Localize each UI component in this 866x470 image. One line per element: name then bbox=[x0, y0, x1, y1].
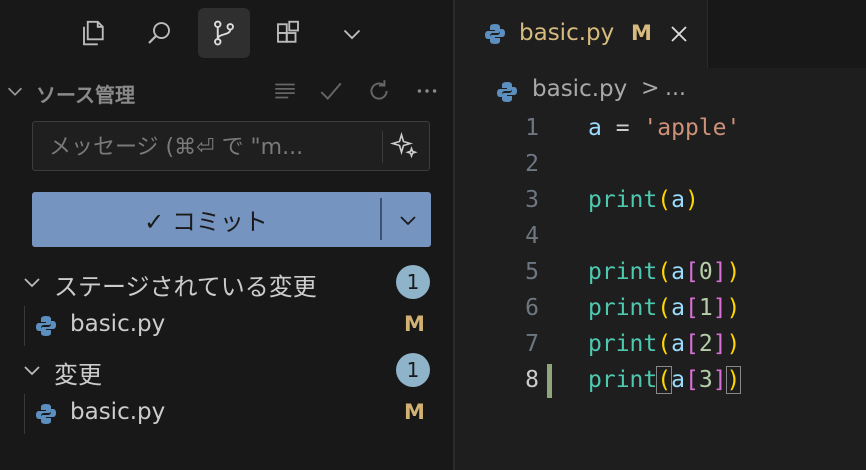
breadcrumb-separator: > bbox=[641, 76, 660, 101]
tab-bar: basic.py M bbox=[455, 0, 866, 68]
tab-label: basic.py bbox=[519, 20, 615, 46]
commit-message-field[interactable] bbox=[32, 121, 430, 171]
file-status: M bbox=[404, 312, 425, 336]
file-name: basic.py bbox=[70, 311, 166, 337]
extensions-icon bbox=[277, 20, 299, 43]
breadcrumb-file[interactable]: basic.py bbox=[532, 76, 627, 102]
commit-options-button[interactable] bbox=[384, 192, 431, 247]
code-text: print(a[1]) bbox=[588, 295, 741, 321]
line-number: 4 bbox=[525, 223, 539, 249]
python-file-icon bbox=[36, 316, 56, 336]
commit-check-button[interactable] bbox=[316, 76, 346, 106]
code-text: print(a[2]) bbox=[588, 331, 741, 357]
files-icon bbox=[83, 20, 104, 46]
generate-message-button[interactable] bbox=[382, 131, 421, 163]
group-label: ステージされている変更 bbox=[54, 273, 317, 301]
line-number: 3 bbox=[525, 187, 539, 213]
source-control-tab[interactable] bbox=[198, 8, 250, 58]
view-as-tree-button[interactable] bbox=[270, 76, 300, 106]
search-tab[interactable] bbox=[133, 8, 185, 58]
file-name: basic.py bbox=[70, 399, 166, 425]
changes-group[interactable]: 変更 1 bbox=[0, 350, 453, 390]
line-number: 7 bbox=[525, 331, 539, 357]
code-line[interactable]: 7 print(a[2]) bbox=[455, 327, 866, 363]
line-number: 6 bbox=[525, 295, 539, 321]
code-line[interactable]: 3 print(a) bbox=[455, 183, 866, 219]
commit-button-divider bbox=[380, 198, 382, 240]
commit-button-group: ✓ コミット bbox=[32, 192, 431, 247]
breadcrumb: basic.py > ... bbox=[455, 74, 866, 110]
chevron-down-icon bbox=[343, 29, 361, 40]
breadcrumb-symbols[interactable]: ... bbox=[665, 76, 686, 101]
count-badge: 1 bbox=[396, 265, 430, 299]
close-icon[interactable] bbox=[667, 22, 691, 46]
code-line-current[interactable]: 8 print(a[3]) bbox=[455, 363, 866, 399]
staged-file-item[interactable]: basic.py M bbox=[0, 306, 453, 346]
code-text: print(a[0]) bbox=[588, 259, 741, 285]
ellipsis-icon bbox=[417, 89, 437, 93]
more-views-button[interactable] bbox=[326, 8, 378, 58]
tab-modified-indicator: M bbox=[631, 21, 652, 45]
line-number: 1 bbox=[525, 115, 539, 141]
section-title: ソース管理 bbox=[36, 83, 135, 107]
chevron-down-icon bbox=[24, 366, 40, 376]
chevron-down-icon[interactable] bbox=[4, 80, 26, 102]
code-line[interactable]: 1 a = 'apple' bbox=[455, 111, 866, 147]
editor-area: basic.py M basic.py > ... 1 a = 'apple' … bbox=[455, 0, 866, 470]
line-number: 2 bbox=[525, 151, 539, 177]
code-text: print(a) bbox=[588, 187, 699, 213]
refresh-button[interactable] bbox=[364, 76, 394, 106]
python-file-icon bbox=[36, 404, 56, 424]
python-file-icon bbox=[485, 24, 505, 44]
commit-button[interactable]: ✓ コミット bbox=[32, 192, 380, 247]
list-icon bbox=[275, 83, 295, 99]
chevron-down-icon bbox=[399, 215, 416, 225]
code-line[interactable]: 6 print(a[1]) bbox=[455, 291, 866, 327]
changed-file-item[interactable]: basic.py M bbox=[0, 394, 453, 434]
extensions-tab[interactable] bbox=[262, 8, 314, 58]
code-line[interactable]: 4 bbox=[455, 219, 866, 255]
sparkle-icon bbox=[389, 131, 418, 159]
check-icon bbox=[320, 82, 342, 101]
search-icon bbox=[148, 22, 170, 44]
code-text: a = 'apple' bbox=[588, 115, 741, 141]
modified-line-gutter-marker bbox=[547, 364, 552, 398]
line-number: 8 bbox=[525, 367, 539, 393]
group-label: 変更 bbox=[54, 361, 102, 389]
code-line[interactable]: 2 bbox=[455, 147, 866, 183]
chevron-down-icon bbox=[24, 278, 40, 288]
staged-changes-group[interactable]: ステージされている変更 1 bbox=[0, 262, 453, 302]
code-text: print(a[3]) bbox=[588, 366, 742, 394]
code-line[interactable]: 5 print(a[0]) bbox=[455, 255, 866, 291]
count-badge: 1 bbox=[396, 353, 430, 387]
refresh-icon bbox=[370, 80, 388, 100]
source-control-sidebar: ソース管理 ✓ コミット ステージされている変更 1 basic.py M bbox=[0, 0, 453, 470]
line-number: 5 bbox=[525, 259, 539, 285]
explorer-tab[interactable] bbox=[68, 8, 120, 58]
file-status: M bbox=[404, 400, 425, 424]
python-file-icon bbox=[497, 82, 517, 102]
commit-message-input[interactable] bbox=[47, 129, 381, 165]
source-control-icon bbox=[214, 20, 234, 46]
tab-basic-py[interactable]: basic.py M bbox=[455, 0, 708, 68]
more-actions-button[interactable] bbox=[412, 76, 442, 106]
